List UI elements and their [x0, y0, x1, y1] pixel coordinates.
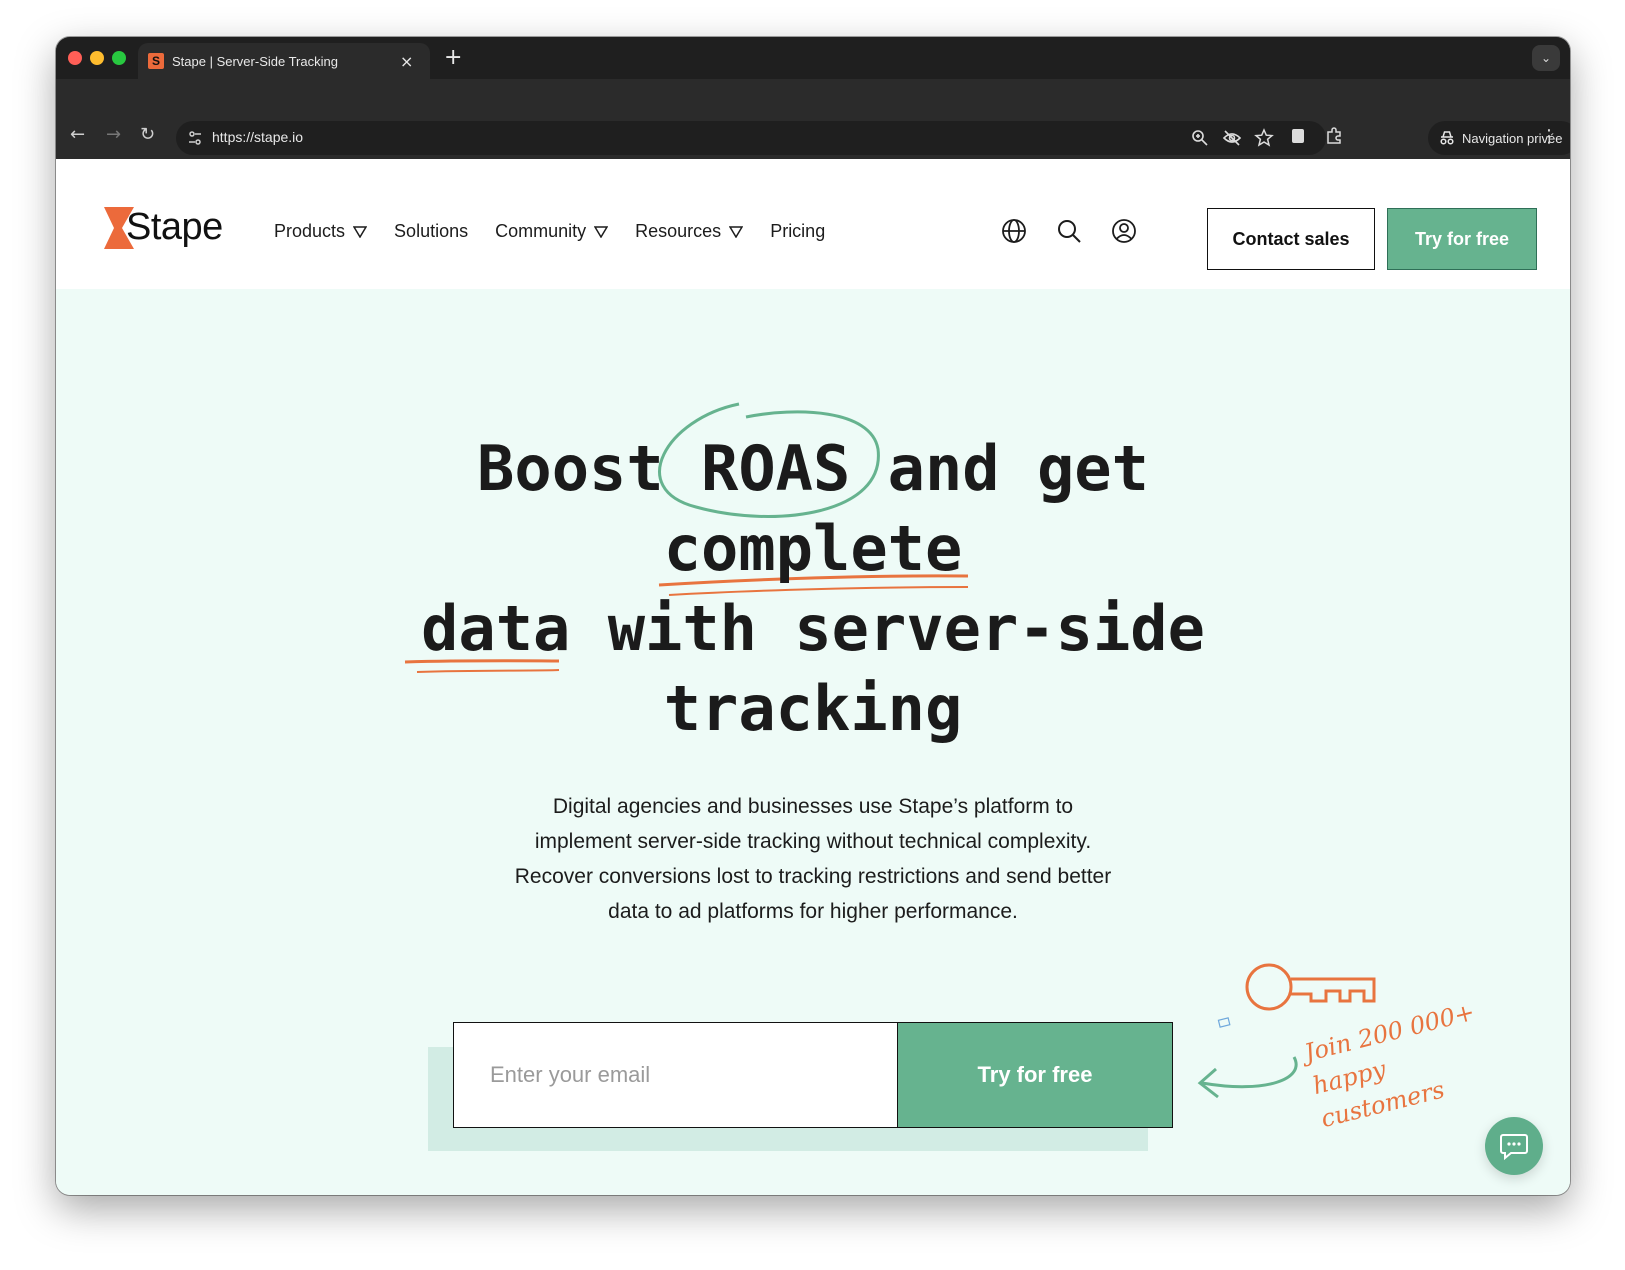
url-text: https://stape.io	[212, 129, 304, 145]
chevron-down-icon	[353, 225, 368, 238]
browser-chrome: S Stape | Server-Side Tracking × + ⌄ ← →…	[56, 37, 1570, 159]
arrow-icon	[1197, 1056, 1298, 1099]
try-for-free-header-button[interactable]: Try for free	[1387, 208, 1537, 270]
browser-menu-icon[interactable]: ⋮	[1540, 126, 1558, 147]
nav-label: Products	[274, 221, 346, 241]
bookmark-star-icon[interactable]	[1254, 128, 1274, 148]
forward-button[interactable]: →	[106, 124, 121, 145]
chevron-down-icon	[729, 225, 744, 238]
nav-label: Solutions	[394, 221, 469, 241]
main-nav: Products Solutions Community Resources P…	[274, 221, 852, 242]
tab-title: Stape | Server-Side Tracking	[172, 53, 338, 69]
notes-extension-icon[interactable]	[1288, 126, 1308, 146]
incognito-icon	[1440, 131, 1454, 145]
site-settings-icon[interactable]	[184, 127, 206, 149]
stape-logo[interactable]: Stape	[104, 206, 223, 249]
email-input[interactable]	[453, 1022, 898, 1128]
address-bar[interactable]: https://stape.io	[176, 121, 1326, 155]
reload-button[interactable]: ↻	[140, 124, 155, 145]
headline-word-boost: Boost	[477, 432, 664, 505]
maximize-window-button[interactable]	[112, 51, 126, 65]
eye-off-icon[interactable]	[1222, 128, 1242, 148]
tab-active[interactable]: S Stape | Server-Side Tracking ×	[138, 43, 430, 79]
hero-subtitle: Digital agencies and businesses use Stap…	[514, 795, 1112, 923]
favicon-icon: S	[148, 53, 164, 69]
headline-word-roas: ROAS	[701, 432, 851, 505]
hero-section: Boost ROAS and get complete data with se…	[56, 289, 1570, 1195]
nav-label: Resources	[635, 221, 722, 241]
new-tab-button[interactable]: +	[444, 45, 462, 70]
nav-label: Pricing	[770, 221, 826, 241]
headline-word-complete: complete	[663, 512, 963, 585]
close-window-button[interactable]	[68, 51, 82, 65]
user-icon[interactable]	[1110, 217, 1138, 245]
nav-resources[interactable]: Resources	[635, 221, 744, 242]
back-button[interactable]: ←	[70, 124, 85, 145]
tab-strip: S Stape | Server-Side Tracking × + ⌄	[56, 37, 1570, 79]
logo-text: Stape	[126, 206, 223, 248]
search-icon[interactable]	[1055, 217, 1083, 245]
tab-close-icon[interactable]: ×	[400, 52, 413, 71]
join-customers-callout: Join 200 000+ happy customers	[1301, 989, 1520, 1136]
zoom-icon[interactable]	[1190, 128, 1210, 148]
try-for-free-button[interactable]: Try for free	[897, 1022, 1173, 1128]
chat-widget-button[interactable]	[1485, 1117, 1543, 1175]
minimize-window-button[interactable]	[90, 51, 104, 65]
headline-word-tracking: tracking	[663, 672, 963, 745]
chat-icon	[1500, 1134, 1528, 1160]
hero-headline: Boost ROAS and get complete data with se…	[56, 429, 1570, 749]
headline-word-data: data	[421, 592, 571, 665]
tab-search-button[interactable]: ⌄	[1532, 45, 1560, 71]
nav-solutions[interactable]: Solutions	[394, 221, 468, 242]
headline-words-with-server-side: with server-side	[607, 592, 1205, 665]
nav-community[interactable]: Community	[495, 221, 609, 242]
nav-products[interactable]: Products	[274, 221, 368, 242]
globe-icon[interactable]	[1000, 217, 1028, 245]
nav-pricing[interactable]: Pricing	[770, 221, 825, 242]
envelope-icon	[1217, 1017, 1231, 1028]
headline-word-and-get: and get	[887, 432, 1149, 505]
browser-window: S Stape | Server-Side Tracking × + ⌄ ← →…	[56, 37, 1570, 1195]
nav-label: Community	[495, 221, 587, 241]
chevron-down-icon	[594, 225, 609, 238]
site-header: Stape Products Solutions Community Resou…	[56, 159, 1570, 289]
key-icon	[1245, 963, 1376, 1011]
contact-sales-button[interactable]: Contact sales	[1207, 208, 1375, 270]
extensions-puzzle-icon[interactable]	[1324, 126, 1344, 146]
